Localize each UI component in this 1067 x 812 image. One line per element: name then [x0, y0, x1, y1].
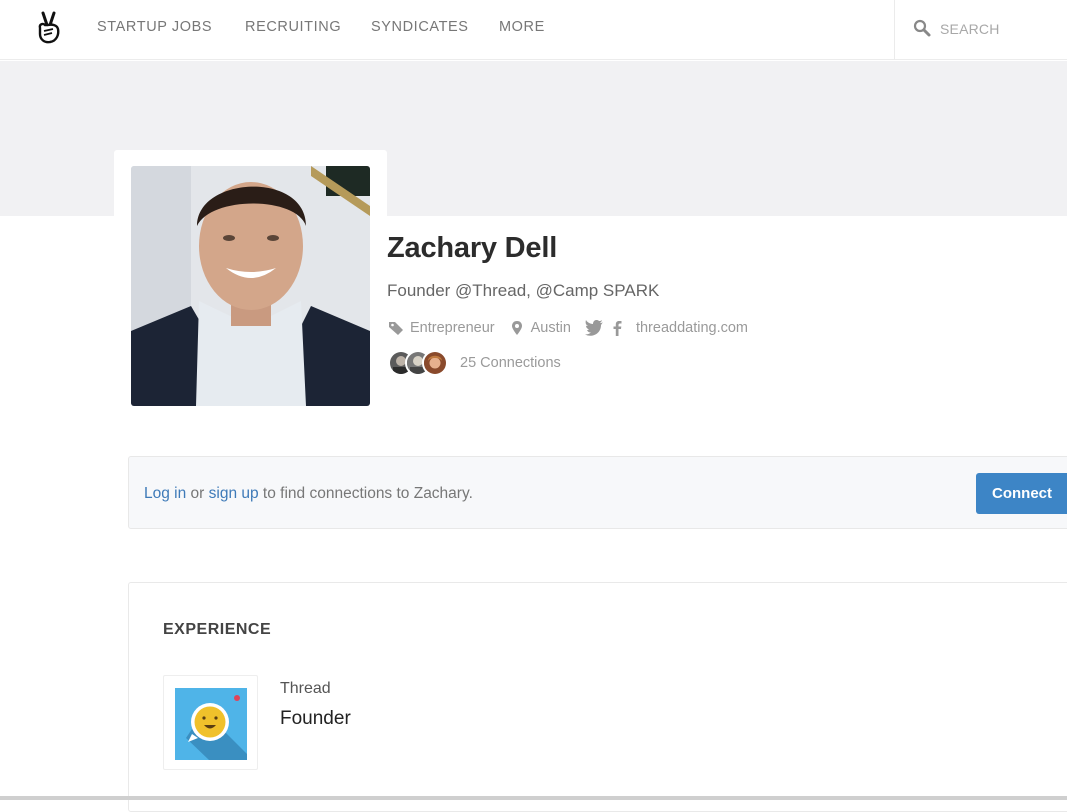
twitter-link[interactable] [584, 320, 604, 336]
connections-count[interactable]: 25 Connections [460, 355, 561, 371]
nav-syndicates[interactable]: Syndicates [371, 19, 469, 35]
profile-photo [131, 166, 370, 406]
profile-meta: Entrepreneur Austin threaddating.com [388, 318, 762, 338]
connections[interactable]: 25 Connections [388, 350, 561, 376]
profile-tagline: Founder @Thread, @Camp SPARK [387, 281, 660, 300]
facebook-link[interactable] [612, 320, 622, 336]
tag-icon [389, 322, 403, 335]
location-pin-icon [511, 321, 522, 335]
prompt-rest-text: to find connections to Zachary. [258, 485, 473, 502]
nav-divider [894, 0, 895, 60]
location-label: Austin [530, 320, 571, 336]
experience-heading: EXPERIENCE [163, 621, 272, 638]
peace-hand-icon[interactable] [34, 10, 64, 46]
login-prompt-text: Log in or sign up to find connections to… [144, 485, 473, 503]
experience-card [128, 582, 1067, 812]
login-link[interactable]: Log in [144, 485, 186, 502]
profile-name: Zachary Dell [387, 232, 558, 264]
login-prompt-panel: Log in or sign up to find connections to… [128, 456, 1067, 529]
connection-avatar[interactable] [422, 350, 448, 376]
role-tag[interactable]: Entrepreneur [388, 320, 495, 336]
experience-role: Founder [280, 708, 351, 729]
connect-button[interactable]: Connect [976, 473, 1067, 514]
nav-more[interactable]: More [499, 19, 545, 35]
top-nav: Startup Jobs Recruiting Syndicates More [0, 0, 1067, 60]
nav-recruiting[interactable]: Recruiting [245, 19, 341, 35]
bottom-edge [0, 796, 1067, 800]
or-text: or [186, 485, 209, 502]
magnifier-icon[interactable] [912, 18, 932, 38]
experience-company[interactable]: Thread [280, 680, 331, 698]
location[interactable]: Austin [509, 320, 571, 336]
nav-startup-jobs[interactable]: Startup Jobs [97, 19, 212, 35]
signup-link[interactable]: sign up [209, 485, 259, 502]
website-link[interactable]: threaddating.com [636, 320, 748, 336]
thread-logo-icon [175, 688, 247, 760]
role-tag-label: Entrepreneur [410, 320, 495, 336]
search-input[interactable] [940, 14, 1060, 44]
company-logo[interactable] [163, 675, 258, 770]
facebook-icon [613, 321, 622, 336]
twitter-icon [584, 320, 603, 336]
